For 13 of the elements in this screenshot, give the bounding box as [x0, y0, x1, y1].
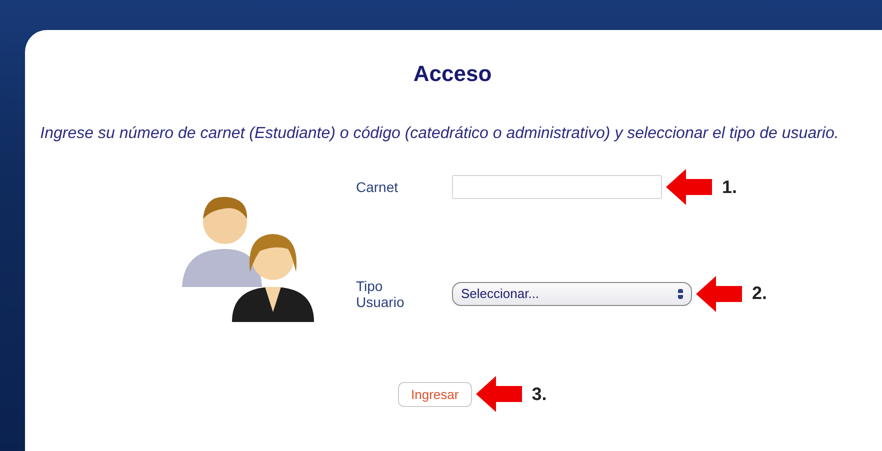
arrow-icon: [476, 376, 522, 412]
field-label: Tipo Usuario: [356, 278, 406, 310]
field-label: Carnet: [356, 179, 400, 196]
login-button[interactable]: Ingresar: [398, 382, 472, 406]
callout-number: 2.: [752, 283, 768, 304]
carnet-input[interactable]: [452, 175, 662, 200]
callout-number: 1.: [722, 176, 738, 198]
arrow-icon: [666, 169, 712, 206]
instructions-text: Ingrese su número de carnet (Estudiante) o código (catedrático o administrativo) y seleccionar el tipo de usuario.: [39, 124, 840, 144]
arrow-icon: [696, 276, 742, 312]
panel-title: Acceso: [412, 61, 493, 87]
callout-number: 3.: [532, 384, 547, 404]
user-type-dropdown[interactable]: Seleccionar...: [452, 282, 692, 306]
